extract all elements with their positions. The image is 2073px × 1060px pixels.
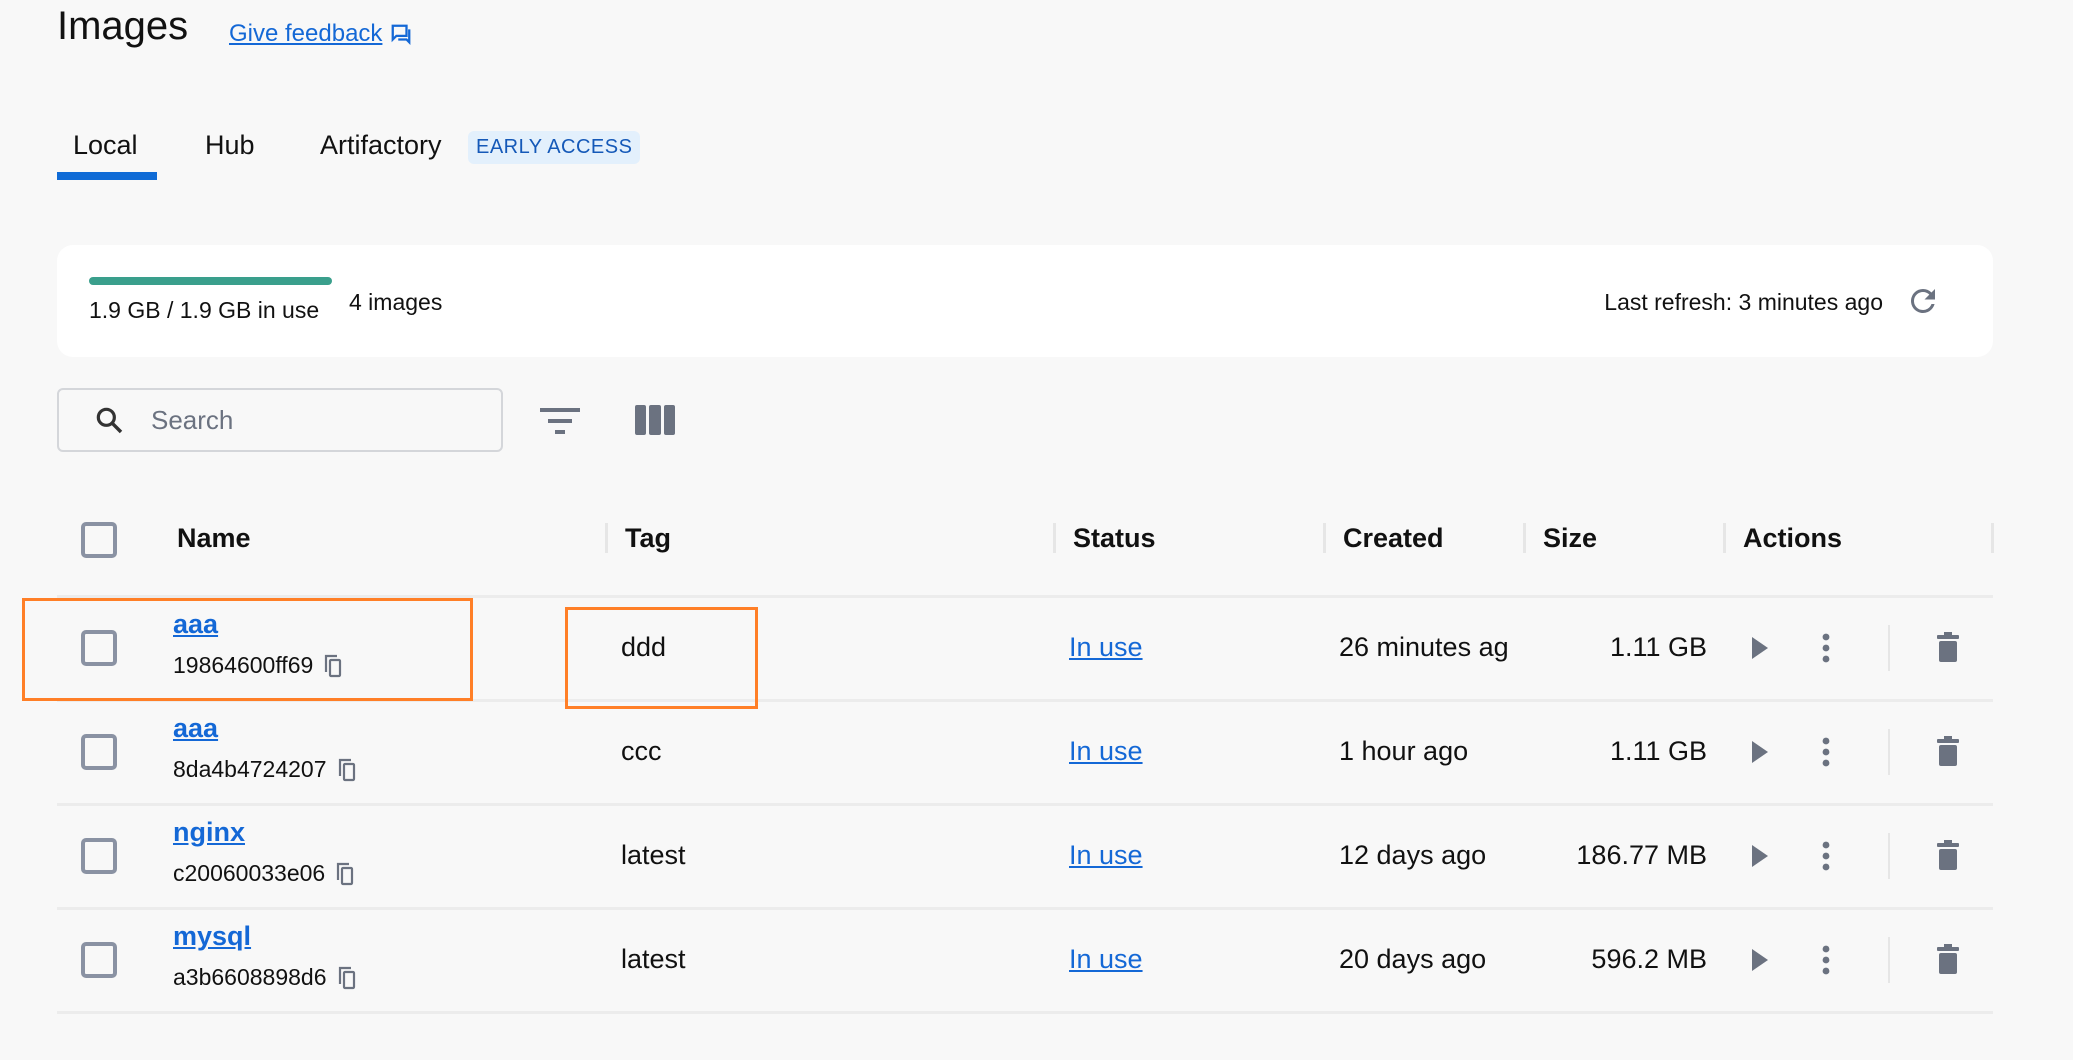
delete-icon[interactable] [1937,944,1959,974]
more-options-icon[interactable] [1820,945,1832,975]
search-placeholder: Search [151,404,234,435]
early-access-badge: EARLY ACCESS [468,131,641,164]
image-size: 1.11 GB [1609,736,1707,766]
image-size: 596.2 MB [1591,944,1707,974]
search-icon [96,407,123,434]
column-divider[interactable] [1523,523,1526,553]
run-icon[interactable] [1750,948,1770,972]
image-count: 4 images [349,289,443,315]
more-options-icon[interactable] [1820,737,1832,767]
column-divider[interactable] [605,523,608,553]
image-tag: latest [621,840,686,870]
delete-icon[interactable] [1937,736,1959,766]
usage-progress-bar [89,277,332,285]
copy-icon[interactable] [337,758,357,782]
image-id-text: c20060033e06 [173,860,326,886]
column-header-name[interactable]: Name [177,523,251,554]
image-name-link[interactable]: mysql [173,921,251,952]
column-divider [1991,523,1994,553]
run-icon[interactable] [1750,636,1770,660]
disk-usage-card: 1.9 GB / 1.9 GB in use 4 images Last ref… [57,245,1993,357]
usage-text: 1.9 GB / 1.9 GB in use [89,297,320,323]
row-checkbox[interactable] [81,734,117,770]
row-divider [57,1011,1993,1014]
copy-icon[interactable] [337,966,357,990]
tab-local[interactable]: Local [73,130,138,161]
delete-icon[interactable] [1937,840,1959,870]
created-time: 1 hour ago [1339,736,1469,766]
image-id: a3b6608898d6 [173,964,357,991]
created-time: 12 days ago [1339,840,1487,870]
highlight-box-name [22,598,473,701]
feedback-icon [392,24,411,45]
row-divider [57,803,1993,806]
status-link[interactable]: In use [1069,736,1143,767]
row-divider [57,907,1993,910]
image-size: 186.77 MB [1576,840,1707,870]
column-header-actions: Actions [1743,523,1843,553]
feedback-label: Give feedback [229,20,383,47]
columns-icon[interactable] [635,405,675,435]
image-id-text: a3b6608898d6 [173,964,327,990]
actions-divider [1888,833,1890,879]
refresh-icon[interactable] [1905,283,1941,319]
column-header-size[interactable]: Size [1543,523,1597,554]
image-id-text: 8da4b4724207 [173,756,327,782]
image-id: c20060033e06 [173,860,355,887]
image-id: 8da4b4724207 [173,756,357,783]
actions-divider [1888,729,1890,775]
actions-divider [1888,625,1890,671]
created-time: 26 minutes ag [1339,632,1509,662]
give-feedback-link[interactable]: Give feedback [229,20,412,48]
image-name-link[interactable]: aaa [173,713,218,744]
status-link[interactable]: In use [1069,840,1143,871]
created-time: 20 days ago [1339,944,1487,974]
copy-icon[interactable] [335,862,355,886]
delete-icon[interactable] [1937,632,1959,662]
search-input[interactable]: Search [57,388,503,452]
last-refresh: Last refresh: 3 minutes ago [1604,289,1883,315]
row-checkbox[interactable] [81,942,117,978]
image-name-link[interactable]: nginx [173,817,245,848]
highlight-box-tag [565,607,758,709]
image-tag: latest [621,944,686,974]
tab-artifactory[interactable]: Artifactory [320,130,442,161]
column-divider[interactable] [1323,523,1326,553]
page-title: Images [57,4,189,48]
column-header-status[interactable]: Status [1073,523,1156,554]
column-divider[interactable] [1723,523,1726,553]
more-options-icon[interactable] [1820,841,1832,871]
tab-hub[interactable]: Hub [205,130,255,161]
column-header-created[interactable]: Created [1343,523,1444,554]
actions-divider [1888,937,1890,983]
column-divider[interactable] [1053,523,1056,553]
status-link[interactable]: In use [1069,632,1143,663]
more-options-icon[interactable] [1820,633,1832,663]
row-checkbox[interactable] [81,838,117,874]
active-tab-indicator [57,172,157,180]
run-icon[interactable] [1750,740,1770,764]
status-link[interactable]: In use [1069,944,1143,975]
filter-icon[interactable] [540,404,580,438]
select-all-checkbox[interactable] [81,522,117,558]
image-tag: ccc [621,736,662,766]
run-icon[interactable] [1750,844,1770,868]
image-size: 1.11 GB [1609,632,1707,662]
column-header-tag[interactable]: Tag [625,523,671,554]
